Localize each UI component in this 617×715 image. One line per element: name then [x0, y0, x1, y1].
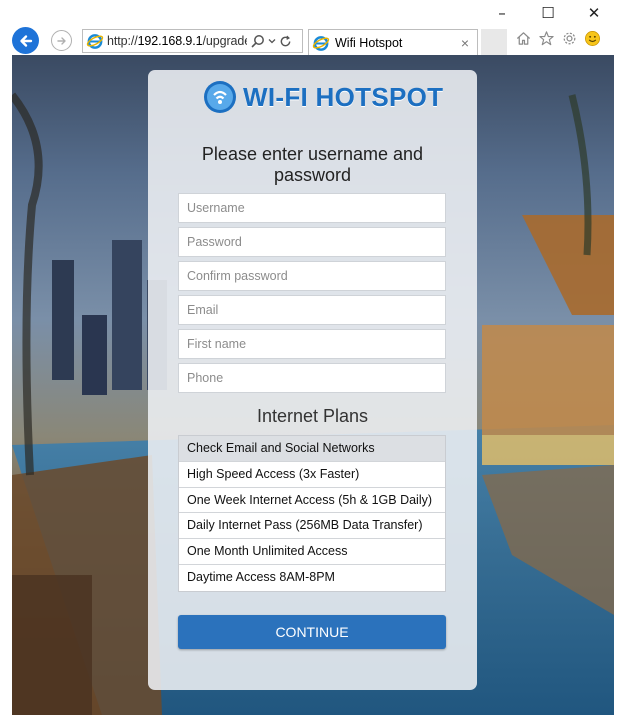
dropdown-arrow-icon[interactable] [268, 37, 276, 45]
new-tab-button[interactable] [481, 29, 507, 55]
feedback-smiley-icon[interactable] [584, 30, 601, 47]
password-field[interactable] [178, 227, 446, 257]
first-name-field[interactable] [178, 329, 446, 359]
page-viewport: WI-FI HOTSPOT Please enter username and … [12, 55, 614, 715]
url-host: 192.168.9.1 [137, 34, 203, 48]
settings-gear-icon[interactable] [561, 30, 578, 47]
search-icon[interactable] [251, 34, 265, 48]
back-button[interactable] [12, 27, 39, 54]
username-input[interactable] [179, 194, 445, 222]
plan-option[interactable]: Daily Internet Pass (256MB Data Transfer… [179, 513, 445, 540]
window-controls: – ☐ ✕ [479, 0, 617, 26]
url-path: /upgrade [202, 34, 247, 48]
confirm-password-field[interactable] [178, 261, 446, 291]
login-panel: WI-FI HOTSPOT Please enter username and … [148, 70, 477, 690]
plan-option[interactable]: Daytime Access 8AM-8PM [179, 565, 445, 591]
tab-title: Wifi Hotspot [335, 35, 403, 50]
address-tools [251, 34, 292, 48]
confirm-password-input[interactable] [179, 262, 445, 290]
plan-option[interactable]: Check Email and Social Networks [179, 436, 445, 462]
email-field[interactable] [178, 295, 446, 325]
email-input[interactable] [179, 296, 445, 324]
username-field[interactable] [178, 193, 446, 223]
logo-text: WI-FI HOTSPOT [243, 81, 444, 112]
password-input[interactable] [179, 228, 445, 256]
url-scheme: http:// [107, 34, 138, 48]
continue-button[interactable]: CONTINUE [178, 615, 446, 649]
maximize-button[interactable]: ☐ [525, 0, 571, 26]
minimize-button[interactable]: – [479, 0, 525, 26]
tab-wifi-hotspot[interactable]: Wifi Hotspot × [308, 29, 478, 55]
arrow-left-icon [19, 34, 32, 47]
phone-field[interactable] [178, 363, 446, 393]
tab-close-icon[interactable]: × [461, 35, 469, 51]
first-name-input[interactable] [179, 330, 445, 358]
phone-input[interactable] [179, 364, 445, 392]
wifi-hotspot-logo: WI-FI HOTSPOT [203, 80, 443, 114]
internet-plans-list: Check Email and Social Networks High Spe… [178, 435, 446, 592]
address-url[interactable]: http://192.168.9.1/upgrade [107, 34, 247, 48]
plan-option[interactable]: One Week Internet Access (5h & 1GB Daily… [179, 488, 445, 514]
internet-plans-title: Internet Plans [256, 406, 369, 426]
wifi-logo-icon [204, 81, 236, 113]
address-bar[interactable]: http://192.168.9.1/upgrade [82, 29, 303, 53]
close-window-button[interactable]: ✕ [571, 0, 617, 26]
favorites-star-icon[interactable] [538, 30, 555, 47]
forward-button[interactable] [51, 30, 72, 51]
page-heading: Please enter username and password [201, 144, 424, 185]
arrow-right-icon [56, 36, 66, 45]
refresh-icon[interactable] [279, 35, 292, 48]
plan-option[interactable]: High Speed Access (3x Faster) [179, 462, 445, 488]
home-icon[interactable] [515, 30, 532, 47]
browser-tools [515, 30, 601, 47]
browser-chrome: – ☐ ✕ http://192.168.9.1/upgrade Wifi Ho… [0, 0, 617, 55]
plan-option[interactable]: One Month Unlimited Access [179, 539, 445, 565]
tab-favicon-icon [312, 35, 330, 51]
internet-explorer-icon [86, 34, 104, 49]
